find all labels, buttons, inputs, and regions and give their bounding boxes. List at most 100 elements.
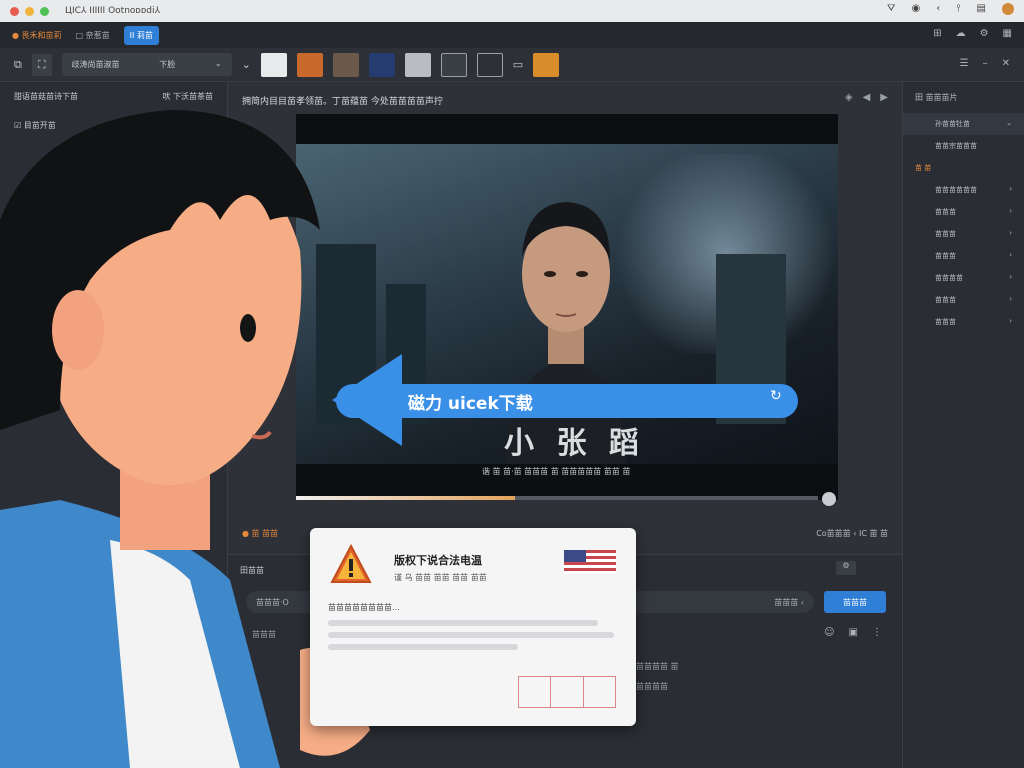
comment-input-option[interactable]: 苗苗苗 ‹: [774, 597, 804, 608]
right-panel-item-label: 苗苗苗: [935, 230, 956, 238]
window-icon[interactable]: ▭: [513, 58, 523, 71]
warning-icon: [330, 544, 372, 583]
close-icon[interactable]: ✕: [1002, 58, 1010, 69]
layout-icon[interactable]: ⊞: [933, 28, 941, 39]
maximize-window-icon[interactable]: [40, 6, 49, 16]
tool-icon[interactable]: ⛶: [31, 53, 52, 76]
right-panel-item-label: 苗苗苗: [935, 318, 956, 326]
text-placeholder-line: [328, 632, 614, 638]
thumbnail-6[interactable]: [440, 52, 467, 77]
chevron-down-icon: ⌄: [1006, 119, 1012, 127]
more-icon[interactable]: ⋮: [872, 627, 882, 638]
stamp-cell: [519, 677, 552, 707]
cloud-icon[interactable]: ☁: [956, 28, 966, 39]
chevron-right-icon: ›: [1009, 251, 1012, 259]
minimize-window-icon[interactable]: [25, 6, 34, 16]
video-title: 小 张 蹈: [504, 426, 645, 461]
warning-title: 版权下说合法电温: [394, 554, 482, 567]
right-panel-section[interactable]: 苗 苗: [903, 157, 1024, 179]
pin-icon[interactable]: ⫯: [956, 3, 960, 15]
right-panel-item-label: 苗苗苗苗: [935, 274, 963, 282]
chevron-right-icon: ›: [1009, 185, 1012, 193]
right-panel-item[interactable]: 孙苗苗牡苗 ⌄: [903, 113, 1024, 135]
video-subtitle: 谐 苗 苗·苗 苗苗苗 苗 苗苗苗苗苗 苗苗 苗: [482, 467, 631, 476]
text-placeholder-line: [328, 620, 598, 626]
stamp-cell: [584, 677, 615, 707]
toolbar-item-2[interactable]: □ 奈惹苗: [76, 30, 110, 41]
right-panel-item[interactable]: 苗苗苗 ›: [903, 223, 1024, 245]
source-select[interactable]: 歧涛尚苗淑苗 下脸 ⌄: [61, 53, 232, 76]
right-panel-item[interactable]: 苗苗苗 ›: [903, 245, 1024, 267]
thumbnail-2[interactable]: [296, 52, 323, 77]
title-bar: ЦIC⅄ IIIIII Ootnoᴅᴅdi⅄ ⛛ ◉ ‹ ⫯ ▤: [0, 0, 1024, 22]
settings-icon[interactable]: ⚙: [980, 28, 989, 39]
secondary-toolbar: ⧉ ⛶ 歧涛尚苗淑苗 下脸 ⌄ ⌄ ▭ ☰ – ✕: [0, 48, 1024, 82]
right-panel-item-label: 苗苗苗: [935, 252, 956, 260]
toolbar-right-icons: ⊞ ☁ ⚙ ▦: [933, 28, 1012, 39]
thumbnail-7[interactable]: [476, 52, 503, 77]
right-panel-section-label: 苗 苗: [915, 164, 932, 172]
titlebar-controls: ⛛ ◉ ‹ ⫯ ▤: [887, 3, 1014, 15]
share-icon[interactable]: ◈: [845, 92, 853, 103]
toolbar-item-1[interactable]: ● 畏禾和苗莉: [12, 30, 62, 41]
main-toolbar: ● 畏禾和苗莉 □ 奈惹苗 II 莉苗 ⊞ ☁ ⚙ ▦: [0, 22, 1024, 48]
right-panel-item[interactable]: 苗苗苗 ›: [903, 201, 1024, 223]
video-info-right[interactable]: Co苗苗苗 ‹ IC 苗 苗: [816, 528, 888, 539]
avatar[interactable]: [1002, 3, 1014, 15]
thumbnail-5[interactable]: [404, 52, 431, 77]
sidebar-toggle-icon[interactable]: ⧉: [14, 58, 22, 72]
video-header-icons: ◈ ◀ ▶: [845, 92, 888, 103]
right-panel-item[interactable]: 苗苗苗苗苗苗 ›: [903, 179, 1024, 201]
right-panel-item-label: 苗苗苗苗苗苗: [935, 186, 977, 194]
chevron-right-icon: ›: [1009, 273, 1012, 281]
toolbar2-right-icons: ☰ – ✕: [960, 58, 1010, 69]
select-value: 下脸: [159, 60, 176, 69]
right-panel-item-label: 苗苗苗: [935, 296, 956, 304]
thumbnail-8[interactable]: [533, 52, 560, 77]
right-panel-item[interactable]: 苗苗苗苗 ›: [903, 267, 1024, 289]
video-caption: 拥简内目目苗孝领苗。丁苗蕴苗 今处苗苗苗苗声拧: [242, 97, 443, 107]
grid-icon[interactable]: ▦: [1003, 28, 1012, 39]
comment-icons: ☺ ▣ ⋮: [824, 627, 882, 638]
left-panel-row[interactable]: 甜语苗菇苗诗下苗 吠 下沃苗茶苗: [0, 82, 227, 111]
globe-icon[interactable]: ◉: [911, 3, 920, 15]
thumbnail-1[interactable]: [260, 52, 287, 77]
emoji-icon[interactable]: ☺: [824, 627, 834, 638]
download-banner[interactable]: 磁力 uicek下载: [336, 384, 798, 418]
chevron-down-icon[interactable]: ⌄: [242, 58, 251, 71]
right-panel-item-label: 孙苗苗牡苗: [935, 120, 970, 128]
right-panel: 田 苗苗苗片 孙苗苗牡苗 ⌄ 苗苗宗苗苗苗 苗 苗 苗苗苗苗苗苗 › 苗苗苗 › 苗苗…: [902, 82, 1024, 768]
close-window-icon[interactable]: [10, 6, 19, 16]
chevron-right-icon: ›: [1009, 317, 1012, 325]
thumbnail-4[interactable]: [368, 52, 395, 77]
chevron-right-icon: ›: [1009, 295, 1012, 303]
us-flag-icon: [564, 550, 616, 574]
progress-knob[interactable]: [822, 492, 836, 506]
text-placeholder-line: [328, 644, 518, 650]
play-icon[interactable]: ▶: [880, 92, 888, 103]
thumbnail-3[interactable]: [332, 52, 359, 77]
menu-icon[interactable]: ☰: [960, 58, 969, 69]
volume-icon[interactable]: ◀: [863, 92, 871, 103]
right-panel-item-label: 苗苗苗: [935, 208, 956, 216]
left-panel-row-label: 甜语苗菇苗诗下苗: [14, 92, 78, 101]
image-icon[interactable]: ▣: [849, 627, 858, 638]
app-window: ЦIC⅄ IIIIII Ootnoᴅᴅdi⅄ ⛛ ◉ ‹ ⫯ ▤ ● 畏禾和苗莉…: [0, 0, 1024, 768]
list-item: 苗苗苗苗: [636, 682, 668, 691]
right-panel-item-label: 苗苗宗苗苗苗: [935, 142, 977, 150]
gear-icon[interactable]: ⚙: [836, 561, 856, 575]
right-panel-item[interactable]: 苗苗宗苗苗苗: [903, 135, 1024, 157]
filter-icon[interactable]: ⛛: [887, 3, 895, 15]
toolbar-item-active[interactable]: II 莉苗: [123, 25, 159, 45]
select-label: 歧涛尚苗淑苗: [71, 60, 120, 69]
minimize-icon[interactable]: –: [983, 58, 988, 69]
submit-button[interactable]: 苗苗苗: [824, 591, 886, 613]
chevron-right-icon: ›: [1009, 207, 1012, 215]
book-icon[interactable]: ▤: [977, 3, 986, 15]
back-icon[interactable]: ‹: [936, 3, 940, 15]
right-panel-item[interactable]: 苗苗苗 ›: [903, 289, 1024, 311]
warning-card[interactable]: 版权下说合法电温 谨 乌 苗苗 苗苗 苗苗 苗苗 苗苗苗苗苗苗苗苗...: [310, 528, 636, 726]
refresh-icon[interactable]: ↻: [770, 388, 782, 404]
right-panel-item[interactable]: 苗苗苗 ›: [903, 311, 1024, 333]
right-panel-header: 田 苗苗苗片: [915, 93, 958, 102]
